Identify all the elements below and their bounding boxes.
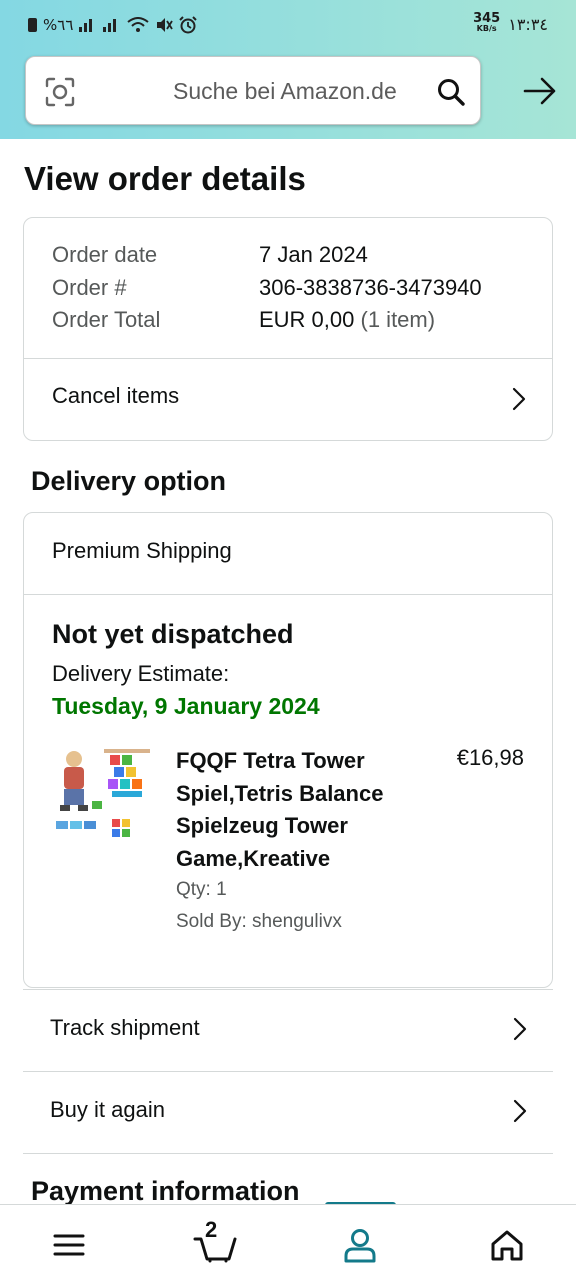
signal-icon [79,18,97,32]
order-date-value: 7 Jan 2024 [259,242,368,267]
cancel-items-row[interactable]: Cancel items [24,359,552,441]
order-number-label: Order # [52,275,127,300]
product-price: €16,98 [456,745,524,770]
product-image[interactable] [52,741,156,845]
product-title[interactable]: FQQF Tetra Tower Spiel,Tetris Balance Sp… [176,745,426,875]
order-total-label: Order Total [52,307,161,332]
status-bar: %٦٦ 345 KB/s ١٣:٣٤ [0,0,576,50]
search-icon[interactable] [436,77,466,107]
chevron-right-icon [513,1017,527,1041]
app-header: %٦٦ 345 KB/s ١٣:٣٤ Suche bei Amazon.de [0,0,576,139]
camera-search-icon[interactable] [44,76,76,108]
page-title: View order details [24,160,306,197]
clock: ١٣:٣٤ [508,14,548,34]
shipment-status: Not yet dispatched [52,619,294,649]
cart-count-badge: 2 [205,1217,218,1242]
status-right: 345 KB/s ١٣:٣٤ [473,11,548,34]
chevron-right-icon [513,1099,527,1123]
arrow-right-icon[interactable] [522,74,558,108]
status-left: %٦٦ [28,16,198,34]
buy-again-row[interactable]: Buy it again [23,1071,553,1153]
delivery-estimate-date: Tuesday, 9 January 2024 [52,693,320,719]
order-date-label: Order date [52,242,158,267]
home-icon[interactable] [489,1227,525,1263]
product-quantity: Qty: 1 [176,879,227,900]
order-total-amount: EUR 0,00 [259,307,355,332]
delivery-card: Premium Shipping Not yet dispatched Deli… [23,512,553,988]
speed-value: 345 [473,11,501,26]
alarm-icon [179,16,198,34]
payment-section-title: Payment information [31,1176,300,1206]
chevron-right-icon [512,387,526,411]
shipping-method: Premium Shipping [52,538,232,563]
order-summary-card: Order date 7 Jan 2024 Order # 306-383873… [23,217,553,441]
delivery-estimate-label: Delivery Estimate: [52,661,230,686]
network-speed: 345 KB/s [473,11,501,34]
mute-icon [157,18,174,32]
buy-again-label: Buy it again [50,1097,165,1122]
bottom-nav: 2 [0,1204,576,1280]
cancel-items-label: Cancel items [52,383,180,408]
order-total-value: EUR 0,00 (1 item) [259,307,435,333]
battery-level: %٦٦ [43,16,74,34]
speed-unit: KB/s [476,24,497,33]
order-item-count: (1 item) [354,307,436,332]
signal-icon-2 [103,18,121,32]
track-shipment-label: Track shipment [50,1015,200,1040]
account-icon[interactable] [342,1227,378,1263]
menu-icon[interactable] [51,1227,87,1263]
search-input[interactable]: Suche bei Amazon.de [25,56,481,125]
track-shipment-row[interactable]: Track shipment [23,989,553,1071]
wifi-icon [127,17,150,32]
delivery-section-title: Delivery option [31,466,227,496]
product-seller: Sold By: shengulivx [176,911,342,932]
divider [24,594,552,595]
order-number-value: 306-3838736-3473940 [259,275,482,300]
search-placeholder: Suche bei Amazon.de [173,78,397,104]
battery-icon [28,18,37,32]
